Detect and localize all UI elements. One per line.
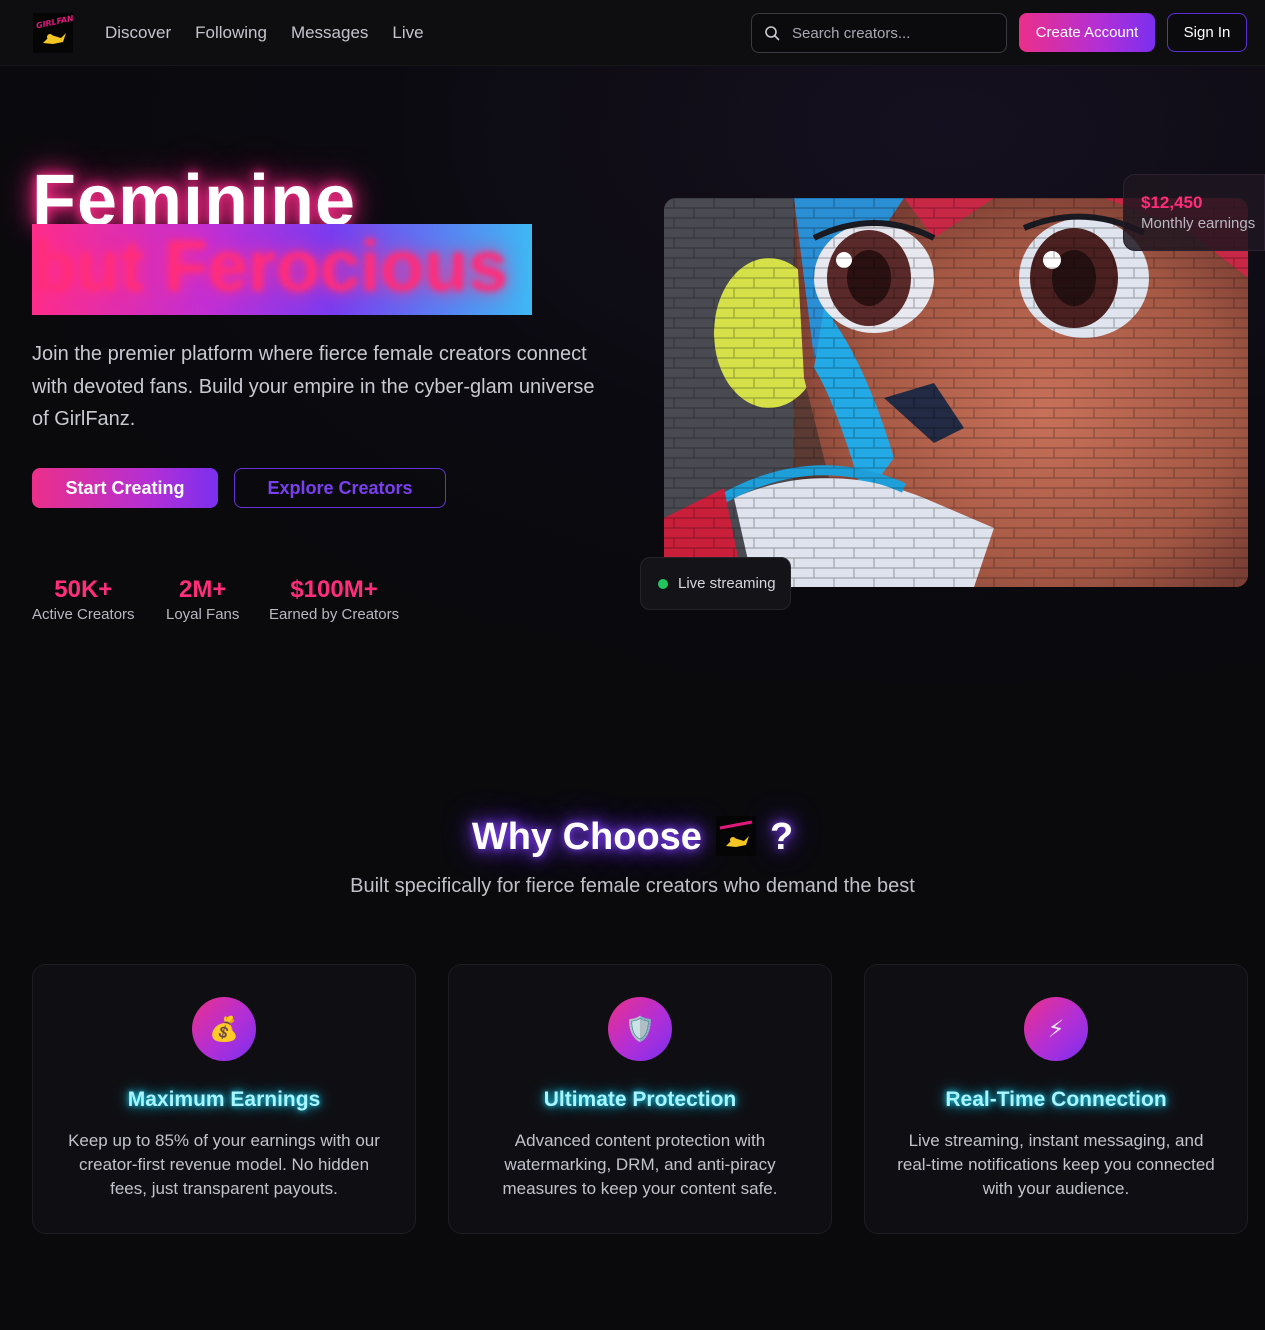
logo-graphic: GIRLFANZ bbox=[33, 13, 73, 53]
hero-title-line2: but Ferocious bbox=[32, 227, 509, 307]
search-icon bbox=[765, 26, 780, 41]
earnings-label: Monthly earnings bbox=[1141, 215, 1256, 232]
feature-card-connection: ⚡ Real-Time Connection Live streaming, i… bbox=[864, 964, 1248, 1234]
earnings-amount: $12,450 bbox=[1141, 193, 1203, 212]
live-status-dot-icon bbox=[658, 578, 668, 589]
live-streaming-label: Live streaming bbox=[678, 575, 776, 592]
explore-creators-button[interactable]: Explore Creators bbox=[234, 468, 446, 508]
why-choose-heading: Why Choose? bbox=[0, 812, 1265, 862]
hero-graffiti-image bbox=[664, 198, 1248, 587]
why-choose-subtitle: Built specifically for fierce female cre… bbox=[350, 875, 915, 897]
girlfanz-logo[interactable]: GIRLFANZ bbox=[33, 13, 73, 53]
monthly-earnings-card: $12,450 Monthly earnings bbox=[1123, 174, 1265, 251]
nav-link-discover[interactable]: Discover bbox=[105, 22, 171, 44]
start-creating-button[interactable]: Start Creating bbox=[32, 468, 218, 508]
feature-card-protection: 🛡️ Ultimate Protection Advanced content … bbox=[448, 964, 832, 1234]
stat-value: 2M+ bbox=[179, 576, 227, 603]
feature-title: Maximum Earnings bbox=[127, 1088, 321, 1111]
top-navbar: GIRLFANZ Discover Following Messages Liv… bbox=[0, 0, 1265, 66]
sign-in-button[interactable]: Sign In bbox=[1167, 13, 1247, 52]
stat-active-creators: 50K+ Active Creators bbox=[32, 576, 135, 624]
feature-card-earnings: 💰 Maximum Earnings Keep up to 85% of you… bbox=[32, 964, 416, 1234]
shield-icon: 🛡️ bbox=[608, 997, 672, 1061]
feature-description: Keep up to 85% of your earnings with our… bbox=[68, 1131, 380, 1198]
hero-description: Join the premier platform where fierce f… bbox=[32, 343, 595, 430]
feature-title: Real-Time Connection bbox=[945, 1088, 1167, 1111]
feature-title: Ultimate Protection bbox=[543, 1088, 737, 1111]
lightning-icon: ⚡ bbox=[1024, 997, 1088, 1061]
nav-link-following[interactable]: Following bbox=[195, 22, 267, 44]
girlfanz-mini-logo bbox=[715, 815, 756, 856]
why-choose-suffix: ? bbox=[769, 816, 794, 858]
feature-description: Advanced content protection with waterma… bbox=[502, 1131, 778, 1198]
live-streaming-badge: Live streaming bbox=[640, 557, 791, 610]
stat-label: Active Creators bbox=[32, 606, 135, 623]
why-choose-prefix: Why Choose bbox=[471, 816, 702, 858]
money-bag-icon: 💰 bbox=[192, 997, 256, 1061]
stat-value: $100M+ bbox=[290, 576, 378, 603]
feature-description: Live streaming, instant messaging, and r… bbox=[897, 1131, 1215, 1198]
nav-link-messages[interactable]: Messages bbox=[291, 22, 368, 44]
hero-title-line2-gradient: but Ferocious bbox=[32, 224, 532, 315]
nav-links: Discover Following Messages Live bbox=[105, 22, 424, 44]
stat-label: Earned by Creators bbox=[269, 606, 400, 623]
search-input[interactable] bbox=[792, 24, 992, 42]
create-account-button[interactable]: Create Account bbox=[1019, 13, 1155, 52]
nav-link-live[interactable]: Live bbox=[392, 22, 423, 44]
stat-value: 50K+ bbox=[54, 576, 113, 603]
search-box[interactable] bbox=[751, 13, 1007, 53]
stat-label: Loyal Fans bbox=[166, 606, 240, 623]
stat-earned: $100M+ Earned by Creators bbox=[269, 576, 399, 624]
stat-loyal-fans: 2M+ Loyal Fans bbox=[166, 576, 239, 624]
